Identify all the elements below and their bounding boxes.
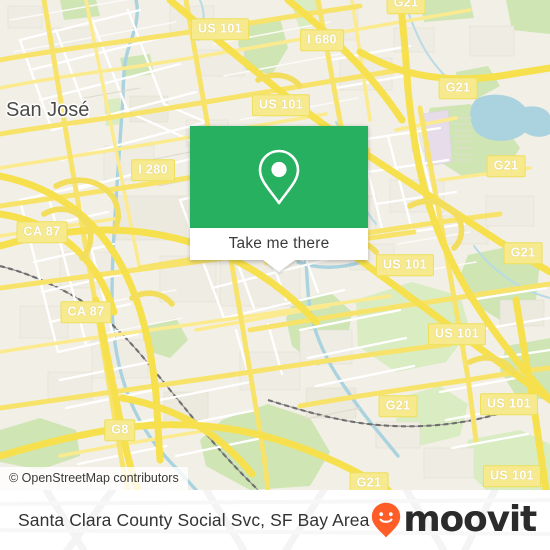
highway-shield: G8	[104, 419, 136, 441]
highway-shield: US 101	[190, 18, 250, 40]
highway-shield: US 101	[375, 254, 435, 276]
highway-shield: CA 87	[60, 301, 112, 323]
callout-tail	[263, 260, 295, 272]
moovit-smiley-pin-icon	[372, 502, 401, 538]
callout-action-label: Take me there	[228, 235, 330, 252]
moovit-map-screenshot: .land { fill:#f2efe7; } .blk { fill:#efe…	[0, 0, 550, 550]
highway-shield: I 280	[131, 159, 175, 181]
highway-shield: G21	[486, 155, 526, 177]
highway-shield: G21	[386, 0, 426, 14]
map-attribution[interactable]: © OpenStreetMap contributors	[0, 467, 188, 490]
callout-action[interactable]: Take me there	[190, 228, 368, 272]
page-title: Santa Clara County Social Svc, SF Bay Ar…	[18, 509, 370, 530]
footer-bar: Santa Clara County Social Svc, SF Bay Ar…	[0, 490, 550, 550]
callout-body	[190, 126, 368, 228]
highway-shield: G21	[378, 395, 418, 417]
highway-shield: G21	[349, 472, 389, 490]
highway-shield: US 101	[251, 94, 311, 116]
map-canvas[interactable]: .land { fill:#f2efe7; } .blk { fill:#efe…	[0, 0, 550, 490]
location-pin-icon	[258, 149, 300, 205]
highway-shield: G21	[503, 242, 543, 264]
highway-shield: US 101	[427, 323, 487, 345]
moovit-wordmark: moovit	[403, 499, 537, 540]
highway-shield: US 101	[479, 393, 539, 415]
highway-shield: G21	[438, 77, 478, 99]
location-callout-card[interactable]: Take me there	[190, 126, 368, 272]
highway-shield: I 680	[300, 29, 344, 51]
moovit-logo[interactable]: moovit	[371, 499, 537, 540]
highway-shield: CA 87	[16, 221, 68, 243]
highway-shield: US 101	[482, 465, 542, 487]
